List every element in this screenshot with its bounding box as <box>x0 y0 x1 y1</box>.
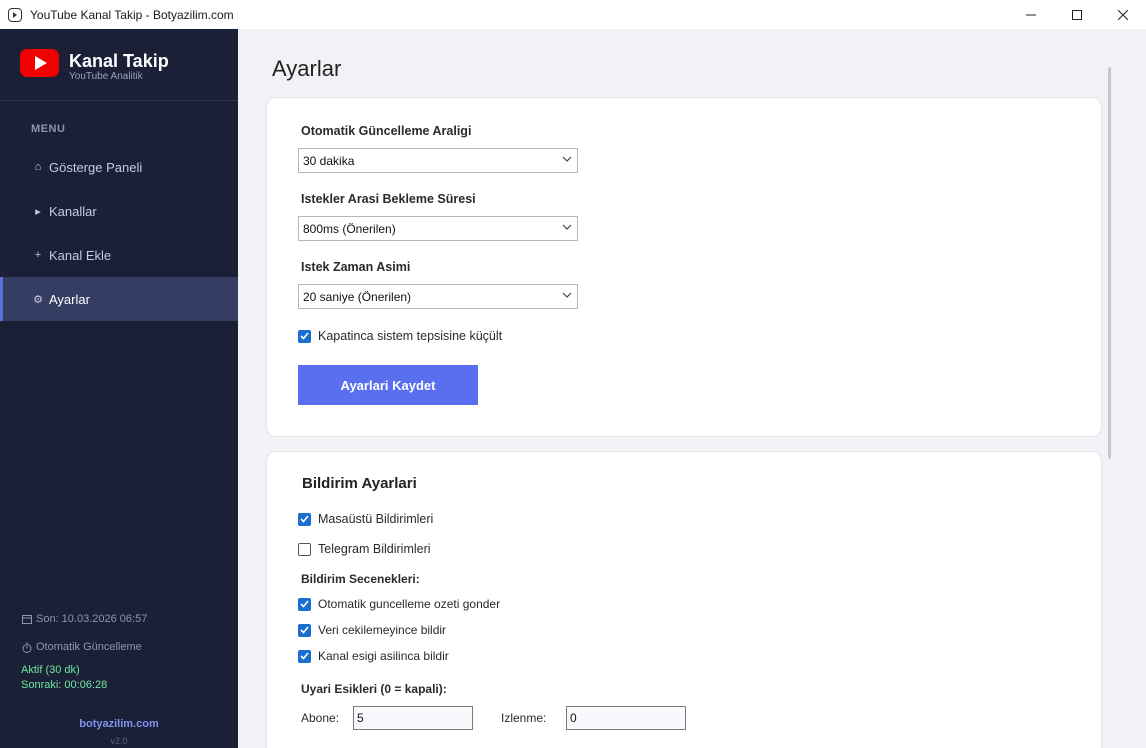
opt-summary-checkbox[interactable]: Otomatik guncelleme ozeti gonder <box>298 597 500 611</box>
thresholds-label: Uyari Esikleri (0 = kapali): <box>301 682 447 696</box>
app-icon <box>8 7 22 22</box>
timeout-value: 20 saniye (Önerilen) <box>303 290 412 304</box>
auto-update: Otomatik Güncelleme <box>0 641 238 653</box>
timeout-label: Istek Zaman Asimi <box>301 260 411 274</box>
checkbox-checked-icon <box>298 597 311 611</box>
youtube-logo-icon <box>20 49 59 77</box>
status-next: Sonraki: 00:06:28 <box>21 679 108 691</box>
sidebar-item-label: Kanal Ekle <box>49 247 112 263</box>
gear-icon: ⚙ <box>33 293 43 306</box>
status-active: Aktif (30 dk) <box>21 664 80 676</box>
checkbox-checked-icon <box>298 329 311 343</box>
play-icon: ▸ <box>35 205 41 218</box>
desktop-notifications-checkbox[interactable]: Masaüstü Bildirimleri <box>298 512 433 526</box>
views-threshold-input[interactable]: 0 <box>566 706 686 730</box>
notification-settings-card: Bildirim Ayarlari Masaüstü Bildirimleri … <box>266 451 1102 748</box>
tray-label: Kapatinca sistem tepsisine küçült <box>318 329 503 343</box>
tray-checkbox[interactable]: Kapatinca sistem tepsisine küçült <box>298 329 502 343</box>
app-window: YouTube Kanal Takip - Botyazilim.com Kan… <box>0 0 1146 748</box>
last-update-text: Son: 10.03.2026 06:57 <box>36 613 148 625</box>
checkbox-unchecked-icon <box>298 542 311 556</box>
sidebar-item-label: Ayarlar <box>49 291 90 307</box>
general-settings-card: Otomatik Güncelleme Araligi 30 dakika Is… <box>266 97 1102 437</box>
menu-label: MENU <box>31 123 66 135</box>
subs-threshold-input[interactable]: 5 <box>353 706 473 730</box>
scrollbar[interactable] <box>1108 67 1111 459</box>
chevron-down-icon <box>562 292 572 298</box>
sidebar-footer: Son: 10.03.2026 06:57 Otomatik Güncellem… <box>0 613 238 748</box>
desktop-notifications-label: Masaüstü Bildirimleri <box>318 512 434 526</box>
timeout-select[interactable]: 20 saniye (Önerilen) <box>298 284 578 309</box>
opt-summary-label: Otomatik guncelleme ozeti gonder <box>318 597 501 611</box>
save-settings-button[interactable]: Ayarlari Kaydet <box>298 365 478 405</box>
home-icon: ⌂ <box>34 161 42 173</box>
last-update: Son: 10.03.2026 06:57 <box>0 613 238 625</box>
interval-label: Otomatik Güncelleme Araligi <box>301 124 472 138</box>
sidebar-item-channels[interactable]: ▸ Kanallar <box>0 189 238 233</box>
version-label: v2.0 <box>110 736 128 746</box>
opt-threshold-label: Kanal esigi asilinca bildir <box>318 649 449 663</box>
website-link[interactable]: botyazilim.com <box>0 718 238 730</box>
auto-update-label: Otomatik Güncelleme <box>36 641 142 653</box>
brand-title: Kanal Takip <box>69 51 169 71</box>
delay-value: 800ms (Önerilen) <box>303 222 396 236</box>
title-bar: YouTube Kanal Takip - Botyazilim.com <box>0 0 1146 29</box>
opt-fetch-fail-checkbox[interactable]: Veri cekilemeyince bildir <box>298 623 446 637</box>
checkbox-checked-icon <box>298 649 311 663</box>
sidebar-item-label: Kanallar <box>49 203 97 219</box>
sidebar-item-label: Gösterge Paneli <box>49 159 143 175</box>
sidebar: Kanal Takip YouTube Analitik MENU ⌂ Göst… <box>0 29 238 748</box>
sidebar-item-settings[interactable]: ⚙ Ayarlar <box>0 277 238 321</box>
chevron-down-icon <box>562 156 572 162</box>
views-label: Izlenme: <box>501 711 547 725</box>
checkbox-checked-icon <box>298 512 311 526</box>
sidebar-nav: ⌂ Gösterge Paneli ▸ Kanallar + Kanal Ekl… <box>0 145 238 321</box>
window-title: YouTube Kanal Takip - Botyazilim.com <box>30 7 234 22</box>
minimize-button[interactable] <box>1008 0 1054 29</box>
subs-label: Abone: <box>301 711 340 725</box>
window-controls <box>1008 0 1146 29</box>
sidebar-item-add-channel[interactable]: + Kanal Ekle <box>0 233 238 277</box>
chevron-down-icon <box>562 224 572 230</box>
section-title: Bildirim Ayarlari <box>302 475 417 492</box>
opt-fetch-fail-label: Veri cekilemeyince bildir <box>318 623 447 637</box>
options-label: Bildirim Secenekleri: <box>301 572 420 586</box>
delay-label: Istekler Arasi Bekleme Süresi <box>301 192 476 206</box>
brand: Kanal Takip YouTube Analitik <box>0 29 238 101</box>
brand-subtitle: YouTube Analitik <box>69 71 143 82</box>
timer-icon <box>22 642 32 653</box>
checkbox-checked-icon <box>298 623 311 637</box>
maximize-button[interactable] <box>1054 0 1100 29</box>
opt-threshold-checkbox[interactable]: Kanal esigi asilinca bildir <box>298 649 449 663</box>
interval-select[interactable]: 30 dakika <box>298 148 578 173</box>
plus-icon: + <box>34 249 42 261</box>
sidebar-item-dashboard[interactable]: ⌂ Gösterge Paneli <box>0 145 238 189</box>
delay-select[interactable]: 800ms (Önerilen) <box>298 216 578 241</box>
close-icon <box>1118 9 1128 20</box>
page-title: Ayarlar <box>272 56 342 81</box>
calendar-icon <box>22 615 32 624</box>
telegram-notifications-label: Telegram Bildirimleri <box>318 542 431 556</box>
minimize-icon <box>1026 14 1036 15</box>
telegram-notifications-checkbox[interactable]: Telegram Bildirimleri <box>298 542 431 556</box>
interval-value: 30 dakika <box>303 154 355 168</box>
close-button[interactable] <box>1100 0 1146 29</box>
maximize-icon <box>1072 9 1082 20</box>
main-content: Ayarlar Otomatik Güncelleme Araligi 30 d… <box>238 29 1146 748</box>
